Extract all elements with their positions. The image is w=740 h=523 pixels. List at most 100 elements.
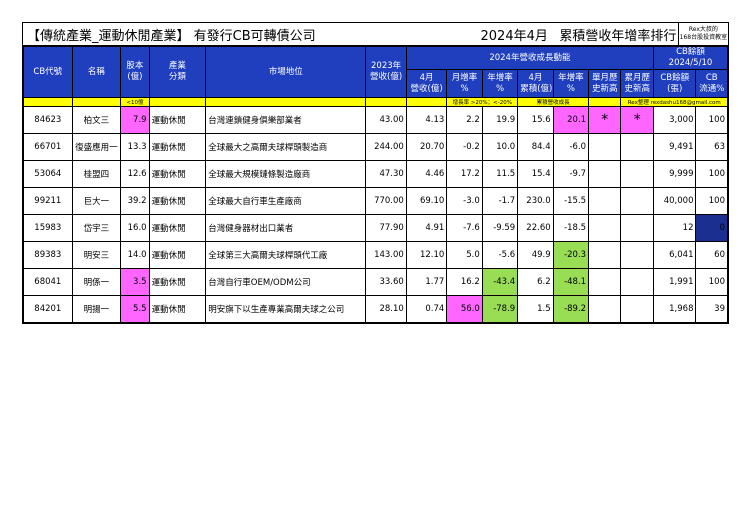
cell-category: 運動休閒 <box>148 106 207 134</box>
cell-cum-high <box>620 268 654 296</box>
note-capital: <10億 <box>120 97 150 107</box>
cell-position: 全球最大規模鏈條製造廠商 <box>205 160 367 188</box>
cell-rev2023: 244.00 <box>365 133 407 161</box>
cell-yoy: -78.9 <box>481 295 519 323</box>
cell-category: 運動休閒 <box>148 160 207 188</box>
cell-category: 運動休閒 <box>148 295 207 323</box>
report-title: 【傳統產業_運動休閒產業】 有發行CB可轉債公司 <box>27 28 316 44</box>
col-apr-rev: 4月 營收(億) <box>405 69 448 98</box>
col-capital: 股本 (億) <box>120 46 150 98</box>
group-growth: 2024年營收成長動能 <box>405 46 654 70</box>
cell-capital: 13.3 <box>120 133 150 161</box>
cell-cb-ratio: 60 <box>695 241 728 269</box>
cell-cb-ratio: 100 <box>695 187 728 215</box>
cell-apr-cum: 15.6 <box>517 106 554 134</box>
cell-apr-rev: 12.10 <box>405 241 448 269</box>
report-sheet: 【傳統產業_運動休閒產業】 有發行CB可轉債公司 2024年4月 累積營收年增率… <box>22 22 729 324</box>
cell-code: 53064 <box>23 160 73 188</box>
brand-line1: Rex大叔的 <box>688 26 718 33</box>
table-row: 89383 明安三 14.0 運動休閒 全球第三大高爾夫球桿頭代工廠 143.00 12.1… <box>23 241 728 269</box>
table-row: 68041 明係一 3.5 運動休閒 台灣自行車OEM/ODM公司 33.60 1.77 16… <box>23 268 728 296</box>
cell-cb-ratio: 39 <box>695 295 728 323</box>
cell-mom: -0.2 <box>446 133 483 161</box>
cell-cum-yoy: -89.2 <box>552 295 590 323</box>
cell-cb-bal: 1,968 <box>652 295 697 323</box>
cell-mom: -3.0 <box>446 187 483 215</box>
cb-table: CB代號 名稱 股本 (億) 產業 分類 市場地位 2023年 營收(億) 2024年… <box>23 46 729 323</box>
cell-cum-yoy: -18.5 <box>552 214 590 242</box>
cell-yoy: -43.4 <box>481 268 519 296</box>
note-row: <10億 增長率 >20%；<-20% 累積營收成長 Rex整理 rexdash… <box>23 97 728 107</box>
col-cum-high: 累月歷 史新高 <box>620 69 654 98</box>
col-single-high: 單月歷 史新高 <box>588 69 622 98</box>
cell-cum-yoy: -9.7 <box>552 160 590 188</box>
cell-position: 台灣自行車OEM/ODM公司 <box>205 268 367 296</box>
cell-rev2023: 43.00 <box>365 106 407 134</box>
cell-yoy: 19.9 <box>481 106 519 134</box>
note-cum: 累積營收成長 <box>517 97 590 107</box>
cell-cb-ratio: 100 <box>695 106 728 134</box>
note-rex: Rex整理 rexdashu168@gmail.com <box>620 97 728 107</box>
cell-mom: 16.2 <box>446 268 483 296</box>
cell-single-high: * <box>588 106 622 134</box>
cell-cum-yoy: -48.1 <box>552 268 590 296</box>
title-bar: 【傳統產業_運動休閒產業】 有發行CB可轉債公司 2024年4月 累積營收年增率… <box>23 23 728 46</box>
cell-apr-cum: 230.0 <box>517 187 554 215</box>
cell-name: 柏文三 <box>71 106 122 134</box>
cell-yoy: -5.6 <box>481 241 519 269</box>
table-row: 66701 復盛應用一 13.3 運動休閒 全球最大之高爾夫球桿頭製造商 244.00 20… <box>23 133 728 161</box>
brand-line2: 168台股投資教室 <box>679 34 728 41</box>
cell-single-high <box>588 133 622 161</box>
cell-cum-high <box>620 214 654 242</box>
col-rev2023: 2023年 營收(億) <box>365 46 407 98</box>
cell-cb-ratio: 100 <box>695 268 728 296</box>
cell-apr-rev: 4.91 <box>405 214 448 242</box>
cell-mom: 17.2 <box>446 160 483 188</box>
brand-badge: Rex大叔的 168台股投資教室 <box>677 23 728 45</box>
cell-capital: 5.5 <box>120 295 150 323</box>
cell-cb-bal: 9,999 <box>652 160 697 188</box>
cell-single-high <box>588 295 622 323</box>
cell-apr-cum: 1.5 <box>517 295 554 323</box>
cell-yoy: 10.0 <box>481 133 519 161</box>
cell-cb-bal: 40,000 <box>652 187 697 215</box>
cell-single-high <box>588 187 622 215</box>
cell-cum-high <box>620 133 654 161</box>
table-row: 84201 明揚一 5.5 運動休閒 明安旗下以生產專業高爾夫球之公司 28.10 0.74… <box>23 295 728 323</box>
col-cb-ratio: CB 流通% <box>695 69 728 98</box>
cell-code: 15983 <box>23 214 73 242</box>
cell-rev2023: 770.00 <box>365 187 407 215</box>
cell-code: 68041 <box>23 268 73 296</box>
cell-cum-high <box>620 187 654 215</box>
cell-rev2023: 143.00 <box>365 241 407 269</box>
cell-apr-cum: 15.4 <box>517 160 554 188</box>
cell-rev2023: 28.10 <box>365 295 407 323</box>
cell-cum-high <box>620 241 654 269</box>
cell-category: 運動休閒 <box>148 214 207 242</box>
cell-name: 巨大一 <box>71 187 122 215</box>
cell-single-high <box>588 268 622 296</box>
cell-position: 台灣健身器材出口業者 <box>205 214 367 242</box>
col-category: 產業 分類 <box>148 46 207 98</box>
cell-category: 運動休閒 <box>148 268 207 296</box>
cell-name: 桂盟四 <box>71 160 122 188</box>
table-row: 53064 桂盟四 12.6 運動休閒 全球最大規模鏈條製造廠商 47.30 4.46 17.… <box>23 160 728 188</box>
cell-position: 台灣連鎖健身俱樂部業者 <box>205 106 367 134</box>
cell-code: 99211 <box>23 187 73 215</box>
cell-rev2023: 33.60 <box>365 268 407 296</box>
cell-mom: 56.0 <box>446 295 483 323</box>
col-apr-cum: 4月 累積(億) <box>517 69 554 98</box>
cell-apr-rev: 20.70 <box>405 133 448 161</box>
cell-position: 全球第三大高爾夫球桿頭代工廠 <box>205 241 367 269</box>
cell-apr-rev: 1.77 <box>405 268 448 296</box>
cell-cum-yoy: -6.0 <box>552 133 590 161</box>
cell-single-high <box>588 241 622 269</box>
col-cb-balance: CB餘額 (張) <box>652 69 697 98</box>
cell-code: 66701 <box>23 133 73 161</box>
note-mom: 增長率 >20%；<-20% <box>446 97 519 107</box>
col-cb-code: CB代號 <box>23 46 73 98</box>
cell-capital: 3.5 <box>120 268 150 296</box>
cell-name: 復盛應用一 <box>71 133 122 161</box>
cell-capital: 7.9 <box>120 106 150 134</box>
cell-apr-cum: 6.2 <box>517 268 554 296</box>
